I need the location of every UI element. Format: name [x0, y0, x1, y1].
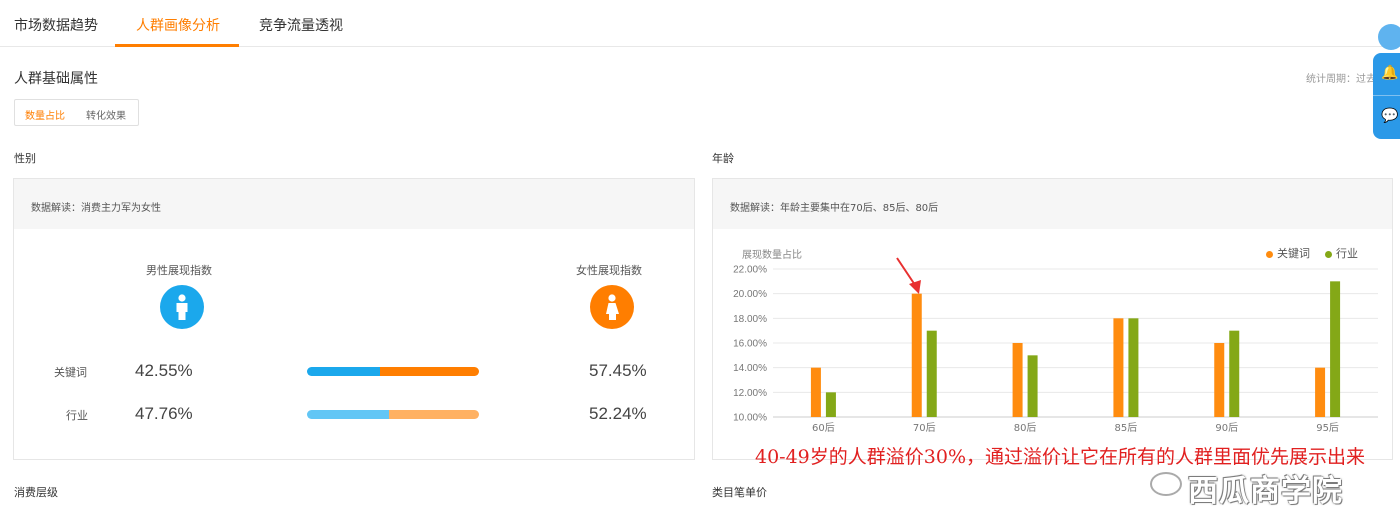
row-label-keyword: 关键词	[54, 366, 87, 379]
industry-gender-bar	[307, 410, 479, 419]
bar-keyword-1[interactable]	[810, 367, 821, 417]
keyword-female-segment	[380, 367, 479, 376]
tab-crowd-portrait[interactable]: 人群画像分析	[136, 15, 220, 35]
x-tick-label: 60后	[812, 422, 835, 434]
float-separator	[1373, 95, 1400, 96]
bar-industry-4[interactable]	[1128, 318, 1139, 417]
industry-male-pct: 47.76%	[135, 404, 193, 423]
y-tick-label: 10.00%	[733, 413, 767, 424]
bar-keyword-3[interactable]	[1012, 343, 1023, 417]
bar-industry-1[interactable]	[825, 392, 836, 417]
red-arrow-icon	[896, 257, 921, 294]
industry-male-segment	[307, 410, 390, 419]
x-tick-label: 95后	[1316, 422, 1339, 434]
x-tick-label: 70后	[913, 422, 936, 434]
row-label-industry: 行业	[66, 409, 88, 422]
bar-keyword-4[interactable]	[1113, 318, 1124, 417]
y-tick-label: 14.00%	[733, 363, 767, 374]
tab-competition-traffic[interactable]: 竞争流量透视	[259, 15, 343, 35]
industry-female-segment	[389, 410, 479, 419]
watermark-logo-icon	[1150, 472, 1182, 496]
keyword-female-pct: 57.45%	[589, 361, 647, 380]
male-index-label: 男性展现指数	[146, 264, 212, 277]
keyword-male-pct: 42.55%	[135, 361, 193, 380]
x-tick-label: 90后	[1215, 422, 1238, 434]
bar-keyword-2[interactable]	[911, 293, 922, 417]
consumption-level-title: 消费层级	[14, 486, 58, 499]
bar-keyword-6[interactable]	[1315, 367, 1326, 417]
age-title: 年龄	[712, 152, 734, 165]
metric-toggle: 数量占比 转化效果	[14, 99, 139, 126]
top-tab-bar: 市场数据趋势 人群画像分析 竞争流量透视	[0, 0, 1400, 47]
period-label: 统计周期：过去	[1306, 74, 1376, 85]
watermark-text: 西瓜商学院	[1188, 474, 1343, 509]
chat-icon[interactable]: 💬	[1381, 108, 1398, 124]
bar-industry-6[interactable]	[1330, 281, 1341, 417]
toggle-quantity-share[interactable]: 数量占比	[25, 107, 65, 122]
y-tick-label: 12.00%	[733, 388, 767, 399]
industry-female-pct: 52.24%	[589, 404, 647, 423]
y-tick-label: 18.00%	[733, 314, 767, 325]
gender-insight: 数据解读：消费主力军为女性	[31, 203, 161, 214]
bar-industry-5[interactable]	[1229, 330, 1240, 417]
section-title: 人群基础属性	[14, 71, 98, 87]
y-tick-label: 22.00%	[733, 265, 767, 276]
float-tool-bar: 🔔 💬	[1373, 53, 1400, 139]
y-tick-label: 20.00%	[733, 289, 767, 300]
female-icon	[590, 285, 634, 329]
gender-title: 性别	[14, 152, 36, 165]
toggle-conversion[interactable]: 转化效果	[86, 107, 126, 122]
x-tick-label: 80后	[1014, 422, 1037, 434]
active-tab-indicator	[115, 44, 239, 47]
tab-market-trend[interactable]: 市场数据趋势	[14, 15, 98, 35]
keyword-male-segment	[307, 367, 381, 376]
gender-insight-bar: 数据解读：消费主力军为女性	[14, 179, 694, 229]
bell-icon[interactable]: 🔔	[1381, 65, 1398, 81]
keyword-gender-bar	[307, 367, 479, 376]
category-unit-price-title: 类目笔单价	[712, 486, 767, 499]
age-panel: 数据解读：年龄主要集中在70后、85后、80后 展现数量占比 关键词 行业 60…	[712, 178, 1393, 460]
age-bar-chart: 60后 70后 80后 85后 90后 95后 22.00% 20.00% 18.00% 16.…	[733, 265, 1378, 434]
bar-keyword-5[interactable]	[1214, 343, 1225, 417]
gender-panel: 数据解读：消费主力军为女性 男性展现指数 女性展现指数 关键词 42.55% 5…	[13, 178, 695, 460]
assistant-avatar-icon[interactable]	[1378, 24, 1400, 50]
bar-industry-3[interactable]	[1027, 355, 1038, 417]
female-index-label: 女性展现指数	[576, 264, 642, 277]
x-tick-label: 85后	[1115, 422, 1138, 434]
y-tick-label: 16.00%	[733, 339, 767, 350]
bar-industry-2[interactable]	[926, 330, 937, 417]
male-icon	[160, 285, 204, 329]
